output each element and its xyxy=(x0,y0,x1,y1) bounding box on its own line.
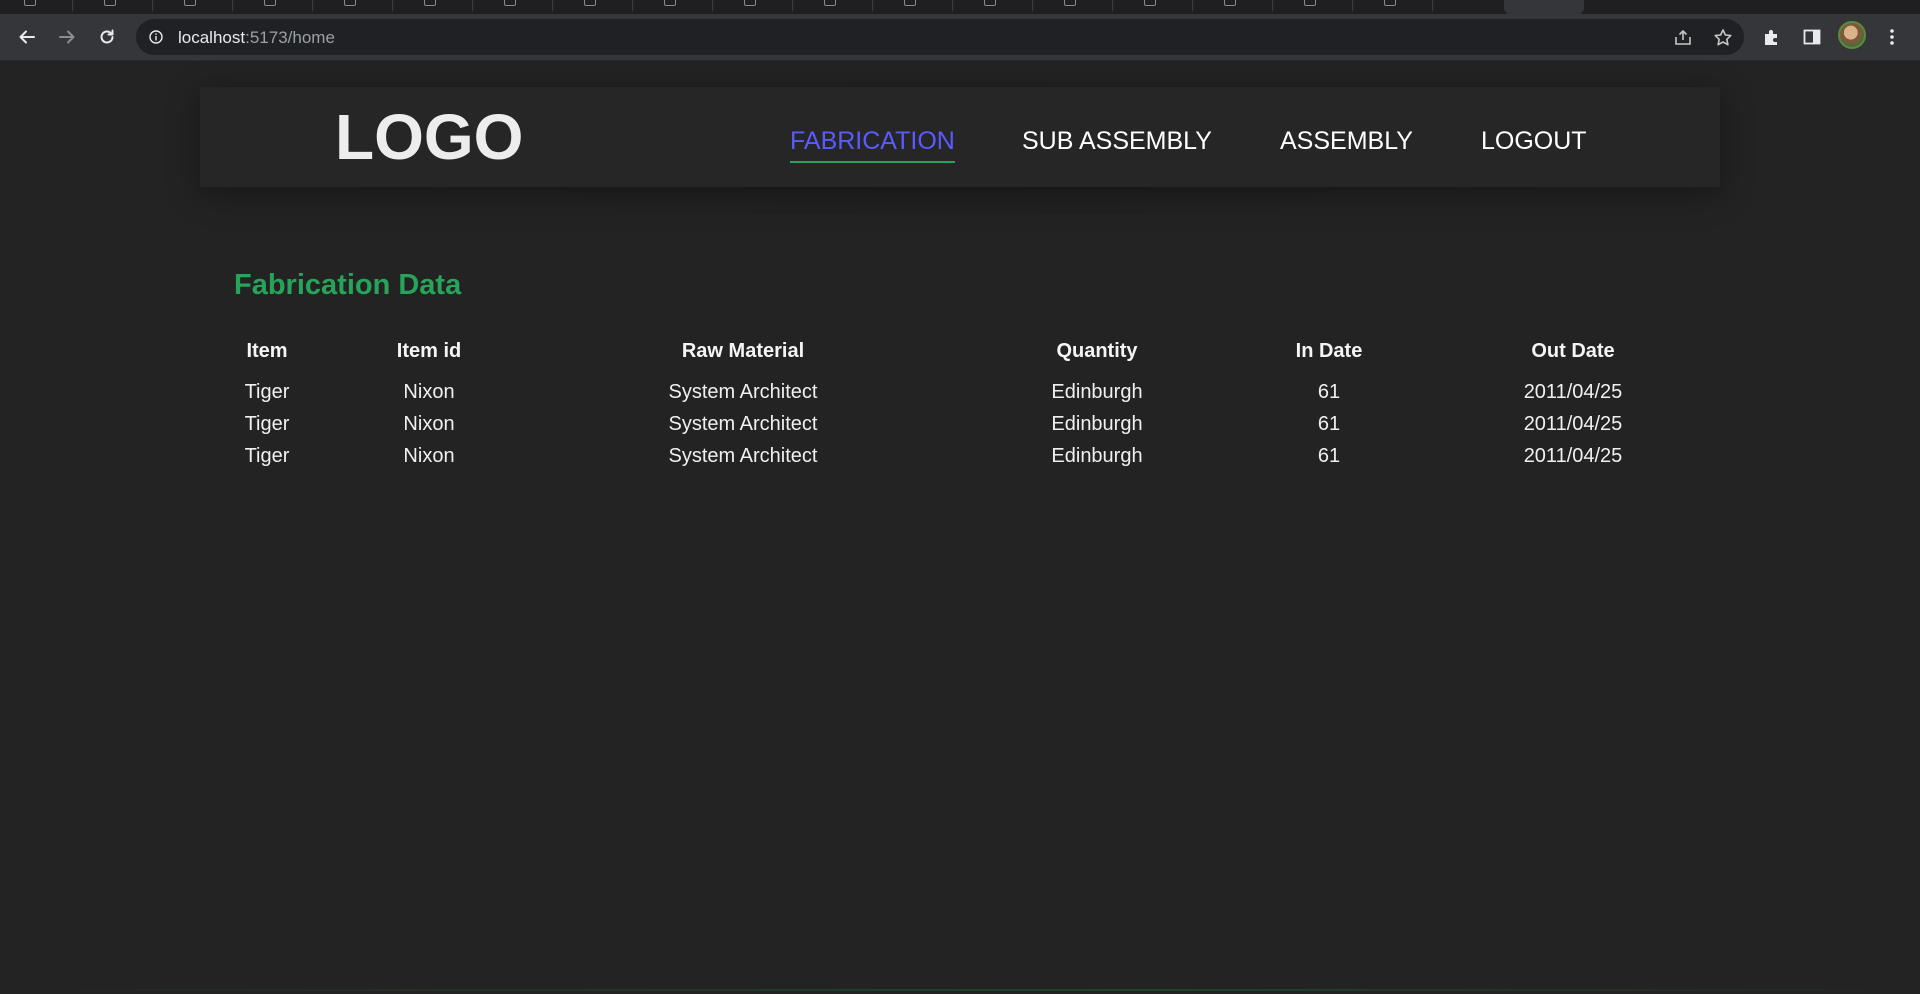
column-header-item-id: Item id xyxy=(396,340,462,362)
page-icon xyxy=(744,0,756,6)
page-icon xyxy=(584,0,596,6)
puzzle-icon xyxy=(1765,30,1777,45)
browser-tab[interactable] xyxy=(810,0,873,11)
browser-tab[interactable] xyxy=(1370,0,1433,11)
extensions-button[interactable] xyxy=(1758,23,1786,51)
browser-tab[interactable] xyxy=(1130,0,1193,11)
browser-tab-strip xyxy=(0,0,1920,14)
page-icon xyxy=(24,0,36,6)
browser-tab[interactable] xyxy=(330,0,393,11)
table-cell: Edinburgh xyxy=(1051,381,1143,403)
bottom-accent-line xyxy=(0,989,1920,991)
arrow-right-icon xyxy=(59,30,75,44)
nav-assembly[interactable]: ASSEMBLY xyxy=(1280,129,1413,163)
page-icon xyxy=(104,0,116,6)
column-header-in-date: In Date xyxy=(1295,340,1363,362)
browser-tab[interactable] xyxy=(570,0,633,11)
table-cell: System Architect xyxy=(668,381,818,403)
page-icon xyxy=(344,0,356,6)
forward-button[interactable] xyxy=(53,23,81,51)
info-icon[interactable] xyxy=(149,30,163,44)
page-icon xyxy=(1064,0,1076,6)
logo[interactable]: LOGO xyxy=(335,99,523,176)
table-cell: Edinburgh xyxy=(1051,413,1143,435)
reload-icon xyxy=(100,29,114,44)
table-cell: 61 xyxy=(1317,445,1341,467)
page-icon xyxy=(664,0,676,6)
page-icon xyxy=(1144,0,1156,6)
nav-logout[interactable]: LOGOUT xyxy=(1481,129,1587,163)
browser-tab[interactable] xyxy=(250,0,313,11)
reload-button[interactable] xyxy=(93,23,121,51)
table-cell: Nixon xyxy=(403,445,455,467)
browser-tab[interactable] xyxy=(90,0,153,11)
page-icon xyxy=(264,0,276,6)
browser-tab-active[interactable] xyxy=(1504,0,1584,14)
browser-tab[interactable] xyxy=(1050,0,1113,11)
url-host: localhost xyxy=(178,28,246,47)
column-header-quantity: Quantity xyxy=(1056,340,1138,362)
url-text[interactable]: localhost:5173/home xyxy=(178,28,335,48)
table-cell: 2011/04/25 xyxy=(1523,413,1623,435)
table-cell: Nixon xyxy=(403,381,455,403)
address-bar[interactable]: localhost:5173/home xyxy=(136,19,1744,55)
page-icon xyxy=(504,0,516,6)
table-cell: System Architect xyxy=(668,413,818,435)
arrow-left-icon xyxy=(19,30,35,44)
table-cell: Tiger xyxy=(244,445,290,467)
menu-button[interactable] xyxy=(1878,23,1906,51)
browser-tab[interactable] xyxy=(170,0,233,11)
browser-tab[interactable] xyxy=(10,0,73,11)
profile-avatar[interactable] xyxy=(1838,21,1866,49)
kebab-menu-icon xyxy=(1890,29,1894,45)
column-header-out-date: Out Date xyxy=(1531,340,1615,362)
nav-fabrication[interactable]: FABRICATION xyxy=(790,129,955,163)
page-icon xyxy=(1224,0,1236,6)
page-icon xyxy=(184,0,196,6)
share-icon[interactable] xyxy=(1672,27,1694,49)
browser-tab[interactable] xyxy=(1290,0,1353,11)
browser-toolbar: localhost:5173/home xyxy=(0,14,1920,61)
table-cell: Tiger xyxy=(244,413,290,435)
browser-tab[interactable] xyxy=(890,0,953,11)
page-icon xyxy=(424,0,436,6)
browser-tab[interactable] xyxy=(650,0,713,11)
page-icon xyxy=(824,0,836,6)
site-header: LOGO FABRICATION SUB ASSEMBLY ASSEMBLY L… xyxy=(200,87,1720,187)
page: LOGO FABRICATION SUB ASSEMBLY ASSEMBLY L… xyxy=(0,61,1920,994)
page-icon xyxy=(1384,0,1396,6)
side-panel-icon xyxy=(1803,29,1821,45)
page-icon xyxy=(1304,0,1316,6)
browser-tab[interactable] xyxy=(490,0,553,11)
table-cell: 61 xyxy=(1317,413,1341,435)
table-cell: 61 xyxy=(1317,381,1341,403)
column-header-raw-material: Raw Material xyxy=(681,340,805,362)
table-cell: Edinburgh xyxy=(1051,445,1143,467)
table-cell: 2011/04/25 xyxy=(1523,381,1623,403)
browser-tab[interactable] xyxy=(1210,0,1273,11)
page-icon xyxy=(904,0,916,6)
nav-sub-assembly[interactable]: SUB ASSEMBLY xyxy=(1022,129,1212,163)
table-cell: Tiger xyxy=(244,381,290,403)
star-icon[interactable] xyxy=(1712,27,1734,49)
table-cell: 2011/04/25 xyxy=(1523,445,1623,467)
table-cell: System Architect xyxy=(668,445,818,467)
column-header-item: Item xyxy=(246,340,288,362)
browser-tab[interactable] xyxy=(730,0,793,11)
table-cell: Nixon xyxy=(403,413,455,435)
browser-tab[interactable] xyxy=(410,0,473,11)
back-button[interactable] xyxy=(13,23,41,51)
browser-tab[interactable] xyxy=(970,0,1033,11)
side-panel-button[interactable] xyxy=(1798,23,1826,51)
page-icon xyxy=(984,0,996,6)
page-title: Fabrication Data xyxy=(234,269,462,301)
url-path: :5173/home xyxy=(245,28,335,47)
